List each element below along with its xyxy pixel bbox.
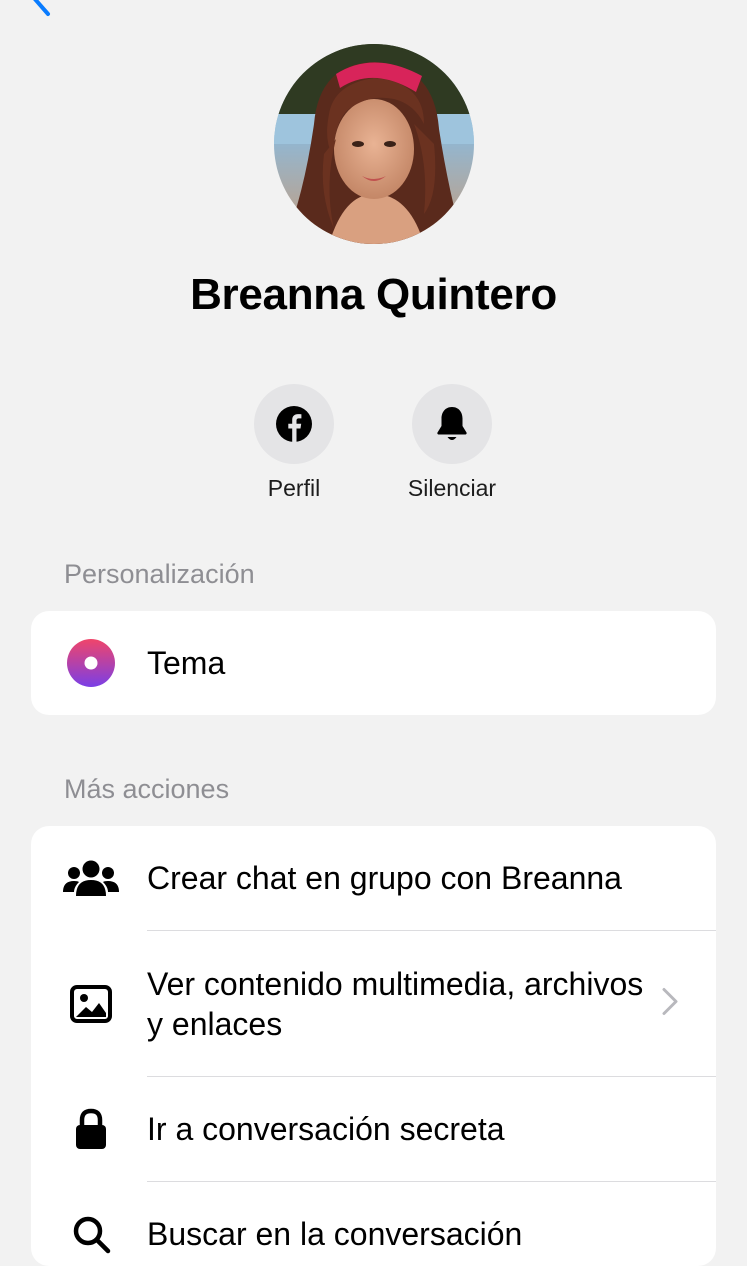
more-actions-card: Crear chat en grupo con Breanna Ver cont… <box>31 826 716 1266</box>
create-group-row[interactable]: Crear chat en grupo con Breanna <box>31 826 716 930</box>
back-arrow-icon <box>33 0 50 16</box>
profile-button[interactable] <box>254 384 334 464</box>
theme-icon <box>61 633 121 693</box>
back-button[interactable] <box>18 0 58 18</box>
personalization-card: Tema <box>31 611 716 715</box>
bell-icon <box>437 407 467 440</box>
theme-label: Tema <box>147 645 226 681</box>
profile-label: Perfil <box>267 475 321 501</box>
group-icon <box>61 848 121 908</box>
image-icon <box>61 974 121 1034</box>
profile-name: Breanna Quintero <box>190 270 557 319</box>
search-icon <box>61 1204 121 1264</box>
mute-action[interactable]: Silenciar <box>372 384 532 502</box>
section-title-personalization: Personalización <box>64 559 255 589</box>
profile-action[interactable]: Perfil <box>214 384 374 502</box>
avatar-photo <box>274 44 474 244</box>
theme-row[interactable]: Tema <box>31 611 716 715</box>
search-conversation-row[interactable]: Buscar en la conversación <box>31 1182 716 1266</box>
search-conversation-label: Buscar en la conversación <box>147 1216 523 1252</box>
facebook-icon <box>276 406 312 442</box>
section-title-more-actions: Más acciones <box>64 774 230 804</box>
avatar[interactable] <box>274 44 474 244</box>
view-media-row[interactable]: Ver contenido multimedia, archivos y enl… <box>31 931 716 1076</box>
secret-conversation-row[interactable]: Ir a conversación secreta <box>31 1077 716 1181</box>
mute-label: Silenciar <box>407 475 497 501</box>
chevron-right-icon <box>662 987 678 1020</box>
lock-icon <box>61 1099 121 1159</box>
mute-button[interactable] <box>412 384 492 464</box>
secret-conversation-label: Ir a conversación secreta <box>147 1111 505 1147</box>
view-media-label: Ver contenido multimedia, archivos y enl… <box>147 965 644 1042</box>
create-group-label: Crear chat en grupo con Breanna <box>147 860 622 896</box>
